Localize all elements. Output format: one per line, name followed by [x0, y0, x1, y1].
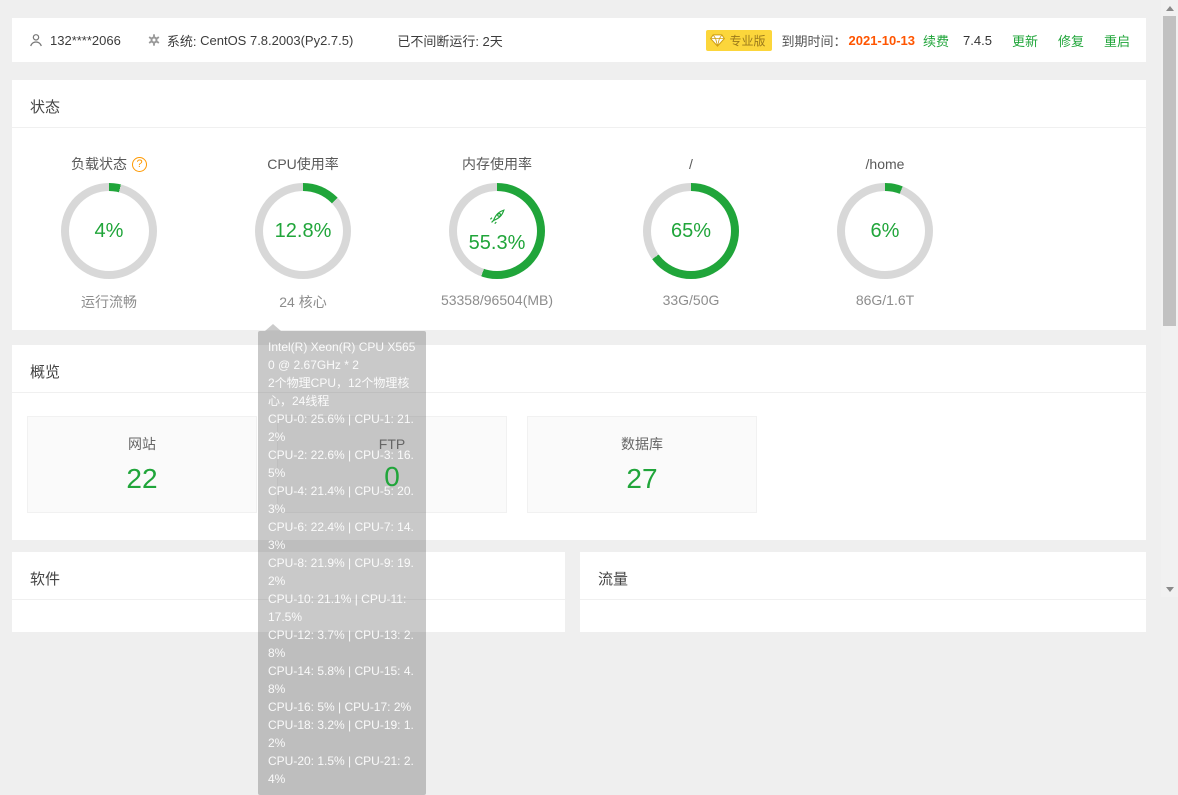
disk-root-usage-text: 33G/50G — [663, 292, 720, 308]
database-count: 27 — [626, 463, 657, 495]
diamond-icon — [710, 34, 725, 47]
overview-section: 概览 网站 22 FTP 0 数据库 27 — [12, 345, 1146, 540]
traffic-section: 流量 — [580, 552, 1146, 632]
tooltip-line: CPU-12: 3.7% | CPU-13: 2.8% — [268, 626, 416, 662]
ftp-count: 0 — [384, 461, 400, 493]
disk-home-usage-text: 86G/1.6T — [856, 292, 914, 308]
gauge-memory-title: 内存使用率 — [462, 154, 532, 174]
user-id: 132****2066 — [50, 33, 121, 48]
tooltip-line: CPU-10: 21.1% | CPU-11: 17.5% — [268, 590, 416, 626]
rocket-icon — [488, 207, 507, 231]
cpu-donut[interactable]: 12.8% — [255, 183, 351, 279]
traffic-title: 流量 — [580, 552, 1146, 600]
user-info: 132****2066 — [28, 32, 121, 48]
topbar: 132****2066 系统: CentOS 7.8.2003(Py2.7.5)… — [12, 18, 1146, 62]
gauge-cpu-title: CPU使用率 — [267, 154, 339, 174]
memory-donut[interactable]: 55.3% — [449, 183, 545, 279]
renew-link[interactable]: 续费 — [923, 31, 949, 50]
expire-date: 2021-10-13 — [849, 33, 916, 48]
ftp-label: FTP — [379, 436, 405, 452]
tooltip-line: CPU-6: 22.4% | CPU-7: 14.3% — [268, 518, 416, 554]
disk-root-donut[interactable]: 65% — [643, 183, 739, 279]
tooltip-line: CPU-18: 3.2% | CPU-19: 1.2% — [268, 716, 416, 752]
memory-usage-text: 53358/96504(MB) — [441, 292, 553, 308]
system-value: CentOS 7.8.2003(Py2.7.5) — [200, 33, 353, 48]
restart-link[interactable]: 重启 — [1104, 31, 1130, 50]
gauge-load-title: 负载状态 — [71, 154, 127, 174]
tooltip-line: CPU-16: 5% | CPU-17: 2% — [268, 698, 416, 716]
status-title: 状态 — [12, 80, 1146, 128]
gear-icon — [147, 33, 161, 47]
load-donut[interactable]: 4% — [61, 183, 157, 279]
tooltip-line: 2个物理CPU，12个物理核心，24线程 — [268, 374, 416, 410]
uptime: 已不间断运行: 2天 — [397, 31, 502, 50]
gauge-cpu: CPU使用率 12.8% 24 核心 — [206, 154, 400, 312]
gauge-disk-root-title: / — [689, 156, 693, 172]
pro-badge-label: 专业版 — [729, 32, 765, 49]
memory-percent: 55.3% — [469, 232, 526, 255]
pro-badge[interactable]: 专业版 — [706, 30, 771, 51]
help-icon[interactable]: ? — [132, 157, 147, 172]
cpu-percent: 12.8% — [275, 220, 332, 243]
sites-label: 网站 — [128, 434, 156, 454]
user-icon — [28, 32, 44, 48]
tooltip-line: CPU-8: 21.9% | CPU-9: 19.2% — [268, 554, 416, 590]
panel-version: 7.4.5 — [963, 33, 992, 48]
gauge-disk-home-title: /home — [866, 156, 905, 172]
expire-label: 到期时间： — [782, 31, 847, 50]
sites-card[interactable]: 网站 22 — [27, 416, 257, 513]
load-percent: 4% — [95, 220, 124, 243]
tooltip-line: Intel(R) Xeon(R) CPU X5650 @ 2.67GHz * 2 — [268, 338, 416, 374]
status-section: 状态 负载状态 ? 4% 运行流畅 CPU使用率 12.8% 2 — [12, 80, 1146, 330]
scrollbar[interactable] — [1161, 0, 1178, 597]
database-card[interactable]: 数据库 27 — [527, 416, 757, 513]
disk-home-percent: 6% — [871, 220, 900, 243]
gauge-load: 负载状态 ? 4% 运行流畅 — [12, 154, 206, 312]
database-label: 数据库 — [621, 434, 663, 454]
system-label: 系统: — [167, 31, 197, 50]
cpu-cores-text: 24 核心 — [279, 292, 326, 312]
sites-count: 22 — [126, 463, 157, 495]
scroll-down-arrow[interactable] — [1161, 581, 1178, 597]
load-status-text: 运行流畅 — [81, 292, 137, 312]
disk-home-donut[interactable]: 6% — [837, 183, 933, 279]
tooltip-line: CPU-20: 1.5% | CPU-21: 2.4% — [268, 752, 416, 788]
system-info: 系统: CentOS 7.8.2003(Py2.7.5) — [147, 31, 353, 50]
gauge-disk-home: /home 6% 86G/1.6T — [788, 154, 982, 312]
update-link[interactable]: 更新 — [1012, 31, 1038, 50]
repair-link[interactable]: 修复 — [1058, 31, 1084, 50]
gauge-memory: 内存使用率 55.3% 53358/96504(MB) — [400, 154, 594, 312]
scroll-up-arrow[interactable] — [1161, 0, 1178, 16]
scrollbar-thumb[interactable] — [1163, 16, 1176, 326]
gauge-disk-root: / 65% 33G/50G — [594, 154, 788, 312]
overview-title: 概览 — [12, 345, 1146, 393]
tooltip-line: CPU-14: 5.8% | CPU-15: 4.8% — [268, 662, 416, 698]
cpu-tooltip: Intel(R) Xeon(R) CPU X5650 @ 2.67GHz * 2… — [258, 331, 426, 795]
disk-root-percent: 65% — [671, 220, 711, 243]
